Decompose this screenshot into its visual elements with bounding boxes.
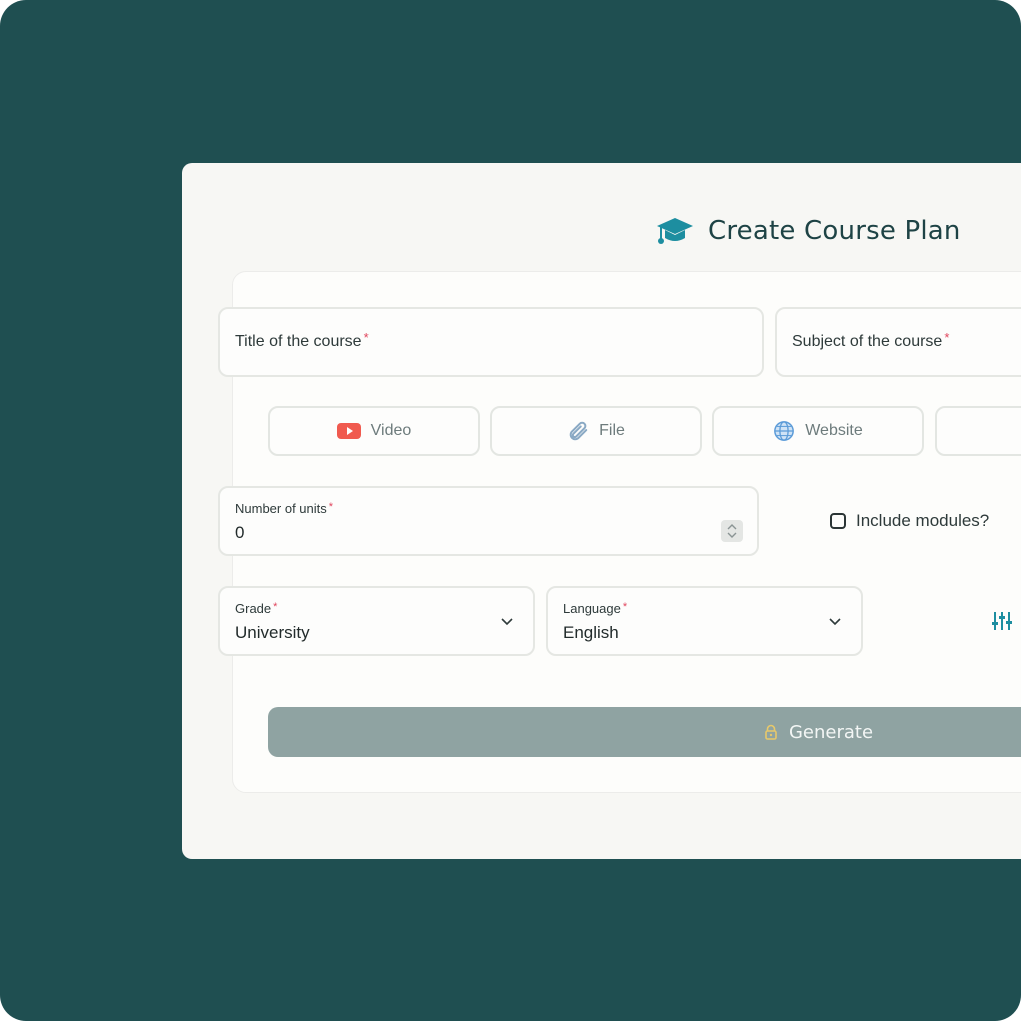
page-title: Create Course Plan [708, 216, 961, 246]
language-select[interactable]: Language * English [546, 586, 863, 656]
grade-value: University [235, 623, 310, 642]
grade-select[interactable]: Grade * University [218, 586, 535, 656]
website-source-label: Website [805, 422, 863, 439]
language-value: English [563, 623, 619, 642]
file-source-button[interactable]: File [490, 406, 702, 456]
number-of-units-input[interactable]: Number of units * 0 [218, 486, 759, 556]
include-modules-toggle[interactable]: Include modules? [830, 511, 989, 531]
globe-icon [774, 421, 795, 441]
page-header: Create Course Plan [656, 213, 961, 249]
required-mark: * [622, 601, 628, 613]
graduation-cap-icon [657, 218, 693, 244]
include-modules-checkbox[interactable] [830, 513, 846, 529]
document-source-button[interactable] [935, 406, 1021, 456]
generate-label: Generate [788, 721, 874, 743]
course-title-input[interactable]: Title of the course * [218, 307, 764, 377]
website-source-button[interactable]: Website [712, 406, 924, 456]
required-mark: * [363, 330, 369, 345]
video-source-button[interactable]: Video [268, 406, 480, 456]
generate-button[interactable]: Generate [268, 707, 1021, 757]
app-background: Create Course Plan Title of the course * … [0, 0, 1021, 1021]
stepper-arrows-icon [727, 524, 737, 538]
required-mark: * [273, 601, 278, 613]
sliders-icon[interactable] [990, 609, 1014, 633]
lock-icon [765, 724, 777, 740]
chevron-down-icon [501, 618, 513, 626]
chevron-down-icon [829, 618, 841, 626]
course-plan-panel: Create Course Plan Title of the course * … [182, 163, 1021, 859]
units-stepper[interactable] [721, 520, 743, 542]
units-value: 0 [235, 523, 245, 542]
required-mark: * [944, 330, 950, 345]
youtube-icon [336, 423, 361, 439]
file-source-label: File [599, 422, 625, 439]
grade-label: Grade * [235, 601, 278, 616]
language-label: Language * [563, 601, 628, 616]
course-subject-input[interactable]: Subject of the course * [775, 307, 1021, 377]
video-source-label: Video [370, 422, 412, 439]
units-label: Number of units * [235, 501, 334, 516]
course-subject-placeholder: Subject of the course * [792, 330, 950, 350]
course-title-placeholder: Title of the course * [235, 330, 369, 350]
required-mark: * [328, 501, 334, 513]
include-modules-label: Include modules? [856, 511, 990, 530]
paperclip-icon [569, 421, 588, 441]
